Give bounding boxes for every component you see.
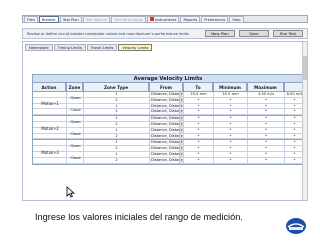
chevron-down-icon[interactable]: ▾: [179, 140, 183, 146]
tab-velocity-limits[interactable]: Velocity Limits: [118, 44, 153, 51]
col-from: From: [149, 83, 183, 92]
motion-cell: [33, 133, 67, 140]
motion-group: 1 Distance, Distance ▾ * * * * 2 Distance, Dista…: [32, 116, 305, 141]
from-input[interactable]: *: [184, 133, 214, 140]
menu-help[interactable]: Help: [229, 15, 244, 23]
table-title: Average Velocity Limits: [32, 74, 304, 83]
chevron-down-icon[interactable]: ▾: [179, 116, 183, 121]
tab-nameplate[interactable]: Nameplate: [25, 44, 53, 51]
vertical-scrollbar[interactable]: [302, 42, 307, 200]
zone-type-select[interactable]: Distance, Distance ▾: [150, 133, 184, 140]
menu-reports[interactable]: Reports: [180, 15, 201, 23]
zone-cell: 2: [84, 133, 150, 140]
col-minimum: Minimum: [213, 83, 247, 92]
save-button[interactable]: Save: [239, 30, 269, 37]
instruction-caption: Ingrese los valores iniciales del rango …: [35, 212, 243, 222]
chevron-down-icon[interactable]: ▾: [179, 157, 183, 163]
to-input[interactable]: *: [214, 133, 248, 140]
run-test-button[interactable]: Run Test: [273, 30, 303, 37]
tab-timing-limits[interactable]: Timing Limits: [53, 44, 86, 51]
zone-cell: 2: [84, 157, 150, 164]
mouse-cursor-icon: [66, 186, 76, 198]
scrollbar-thumb[interactable]: [303, 56, 307, 80]
chevron-down-icon[interactable]: ▾: [179, 151, 183, 157]
action-label: Open: [70, 94, 81, 100]
menu-preferences[interactable]: Preferences: [201, 15, 229, 23]
chevron-down-icon[interactable]: ▾: [179, 92, 183, 97]
from-input[interactable]: *: [184, 109, 214, 116]
menu-test-plan[interactable]: Test Plan: [59, 15, 82, 23]
motion-group: 1 Distance, Distance ▾ * * * * 2 Distance, Dista…: [32, 140, 305, 165]
minimum-input[interactable]: *: [248, 109, 285, 116]
motion-label: Motion-1: [41, 101, 59, 107]
main-panel: Nameplate Timing Limits Travel Limits Ve…: [22, 41, 308, 201]
chevron-down-icon[interactable]: ▾: [179, 133, 183, 139]
chevron-down-icon[interactable]: ▾: [179, 109, 183, 115]
menu-instruments[interactable]: Instruments: [146, 15, 180, 23]
to-input[interactable]: *: [214, 157, 248, 164]
col-zone: Zone: [66, 83, 83, 92]
table-body: 1 Distance, Distance ▾ 25.5 mm 55.5 mm 4.00 m…: [32, 92, 305, 165]
action-label: Open: [70, 119, 81, 125]
table-header: Action Zone Zone Type From To Minimum Ma…: [32, 83, 304, 92]
to-input[interactable]: *: [214, 109, 248, 116]
minimum-input[interactable]: *: [248, 133, 285, 140]
from-input[interactable]: *: [184, 157, 214, 164]
col-to: To: [183, 83, 213, 92]
col-zone-type: Zone Type: [83, 83, 149, 92]
action-label: Open: [70, 143, 81, 149]
minimum-input[interactable]: *: [248, 157, 285, 164]
menu-test-reanalysis[interactable]: Test Re-Analysis: [110, 15, 146, 23]
menu-breaker[interactable]: Breaker: [38, 15, 59, 23]
col-extra: [284, 83, 304, 92]
info-bar: Review or define circuit breaker namepla…: [22, 28, 308, 39]
velocity-limits-table: Average Velocity Limits Action Zone Zone…: [32, 74, 305, 165]
zone-cell: 2: [84, 109, 150, 116]
motion-group: 1 Distance, Distance ▾ 25.5 mm 55.5 mm 4.00 m…: [32, 92, 305, 117]
tab-travel-limits[interactable]: Travel Limits: [86, 44, 118, 51]
motion-label: Motion-3: [41, 149, 59, 155]
motion-cell: [33, 109, 67, 116]
menu-files[interactable]: Files: [24, 15, 38, 23]
new-plan-button[interactable]: New Plan: [205, 30, 235, 37]
info-text: Review or define circuit breaker namepla…: [27, 31, 189, 36]
record-icon: [149, 17, 154, 21]
chevron-down-icon[interactable]: ▾: [179, 97, 183, 103]
motion-label: Motion-2: [41, 125, 59, 131]
doble-logo-icon: [286, 218, 306, 234]
motion-cell: [33, 157, 67, 164]
subtab-bar: Nameplate Timing Limits Travel Limits Ve…: [23, 42, 307, 51]
zone-type-select[interactable]: Distance, Distance ▾: [150, 109, 184, 116]
zone-type-select[interactable]: Distance, Distance ▾: [150, 157, 184, 164]
action-label: Close: [70, 130, 81, 136]
action-label: Close: [70, 106, 81, 112]
chevron-down-icon[interactable]: ▾: [179, 103, 183, 109]
col-maximum: Maximum: [247, 83, 284, 92]
col-action: Action: [32, 83, 66, 92]
app-menu-bar: Files Breaker Test Plan Test Module Test…: [22, 15, 308, 23]
chevron-down-icon[interactable]: ▾: [179, 127, 183, 133]
action-label: Close: [70, 154, 81, 160]
chevron-down-icon[interactable]: ▾: [179, 121, 183, 127]
chevron-down-icon[interactable]: ▾: [179, 146, 183, 151]
menu-test-module[interactable]: Test Module: [82, 15, 110, 23]
